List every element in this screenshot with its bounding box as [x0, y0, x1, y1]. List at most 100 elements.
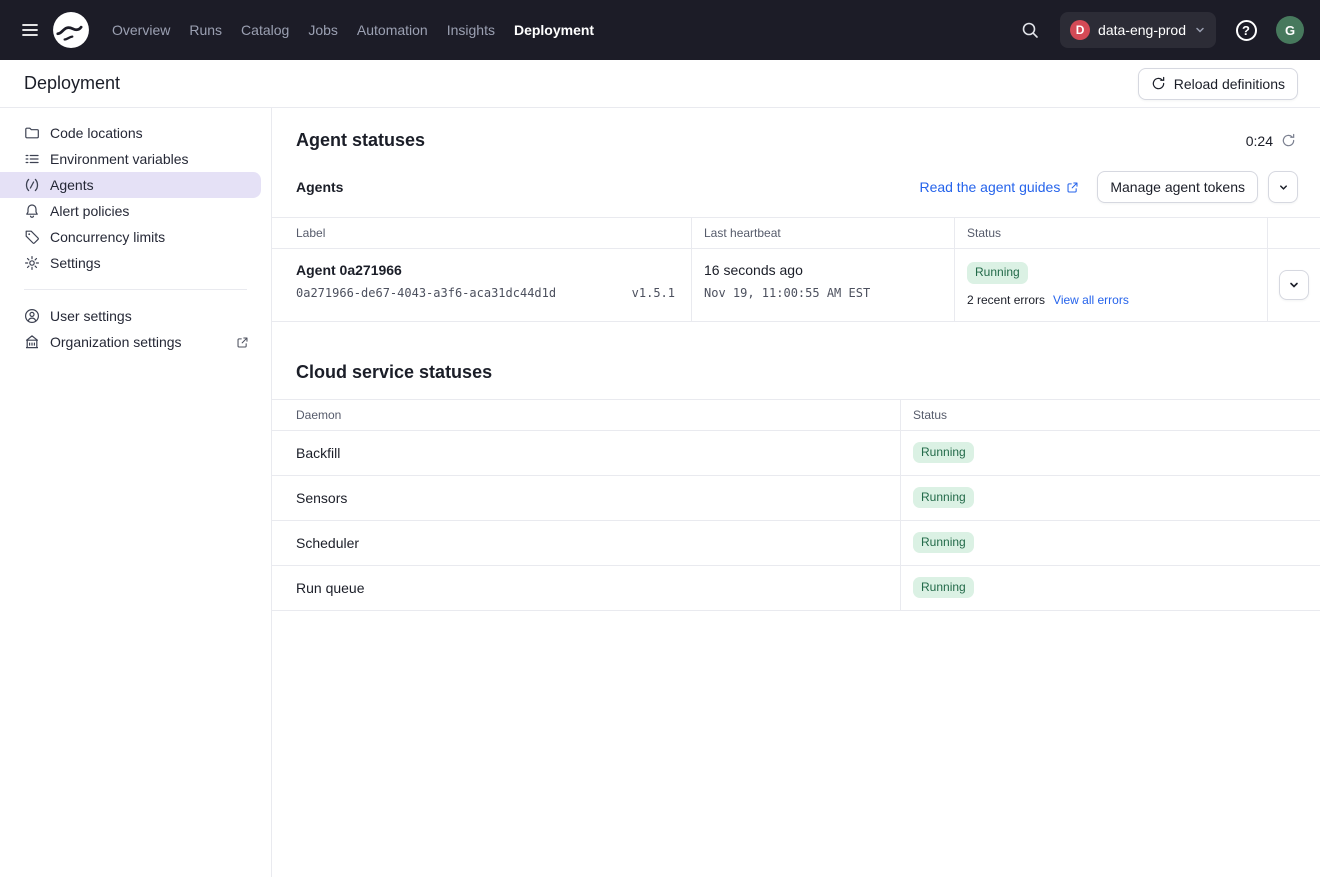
chevron-down-icon — [1278, 182, 1289, 193]
deployment-sidebar: Code locations Environment variables Age… — [0, 108, 272, 877]
sidebar-item-organization-settings[interactable]: Organization settings — [0, 329, 261, 355]
agent-heartbeat-cell: 16 seconds ago Nov 19, 11:00:55 AM EST — [692, 249, 955, 322]
agent-actions-dropdown-button[interactable] — [1268, 171, 1298, 203]
sidebar-item-alert-policies[interactable]: Alert policies — [0, 198, 261, 224]
sidebar-item-code-locations[interactable]: Code locations — [0, 120, 261, 146]
page-title: Deployment — [24, 73, 120, 94]
primary-nav: Overview Runs Catalog Jobs Automation In… — [112, 0, 594, 60]
search-button[interactable] — [1010, 10, 1050, 50]
user-icon — [24, 308, 40, 324]
recent-errors-text: 2 recent errors — [967, 293, 1045, 307]
status-badge: Running — [913, 442, 974, 464]
agents-table: Label Last heartbeat Status Agent 0a2719… — [272, 217, 1320, 322]
top-nav: Overview Runs Catalog Jobs Automation In… — [0, 0, 1320, 60]
sidebar-item-label: Organization settings — [50, 334, 182, 350]
daemon-row-backfill: Backfill Running — [272, 431, 1320, 476]
sidebar-item-label: Alert policies — [50, 203, 129, 219]
agents-subtitle: Agents — [296, 179, 343, 195]
agent-icon — [24, 177, 40, 193]
agent-version: v1.5.1 — [632, 286, 675, 300]
heartbeat-timestamp: Nov 19, 11:00:55 AM EST — [704, 286, 938, 300]
status-badge: Running — [913, 532, 974, 554]
agent-row: Agent 0a271966 0a271966-de67-4043-a3f6-a… — [272, 249, 1320, 322]
agent-id: 0a271966-de67-4043-a3f6-aca31dc44d1d — [296, 286, 556, 300]
app-root: Overview Runs Catalog Jobs Automation In… — [0, 0, 1320, 877]
manage-agent-tokens-label: Manage agent tokens — [1110, 179, 1245, 195]
external-link-icon — [1066, 181, 1079, 194]
hamburger-icon — [20, 20, 40, 40]
deployment-selector[interactable]: D data-eng-prod — [1060, 12, 1216, 48]
page-header: Deployment Reload definitions — [0, 60, 1320, 108]
status-badge: Running — [913, 577, 974, 599]
nav-catalog[interactable]: Catalog — [241, 0, 289, 60]
nav-deployment[interactable]: Deployment — [514, 0, 594, 60]
agent-guides-link[interactable]: Read the agent guides — [919, 179, 1079, 195]
countdown-value: 0:24 — [1246, 133, 1273, 149]
reload-definitions-label: Reload definitions — [1174, 76, 1285, 92]
refresh-icon[interactable] — [1281, 133, 1296, 148]
chevron-down-icon — [1194, 24, 1206, 36]
nav-insights[interactable]: Insights — [447, 0, 495, 60]
nav-automation[interactable]: Automation — [357, 0, 428, 60]
agent-expand-button[interactable] — [1279, 270, 1309, 300]
agent-statuses-title: Agent statuses — [296, 130, 425, 151]
agent-label-cell: Agent 0a271966 0a271966-de67-4043-a3f6-a… — [272, 249, 692, 322]
cloud-table-header: Daemon Status — [272, 400, 1320, 431]
daemon-row-run-queue: Run queue Running — [272, 566, 1320, 611]
agents-table-header: Label Last heartbeat Status — [272, 218, 1320, 249]
daemon-name: Backfill — [272, 431, 901, 476]
sidebar-item-label: Code locations — [50, 125, 143, 141]
sidebar-item-label: Concurrency limits — [50, 229, 165, 245]
column-header-status: Status — [901, 400, 1320, 431]
manage-agent-tokens-button[interactable]: Manage agent tokens — [1097, 171, 1258, 203]
gear-icon — [24, 255, 40, 271]
status-badge: Running — [967, 262, 1028, 284]
daemon-name: Scheduler — [272, 521, 901, 566]
deployment-badge: D — [1070, 20, 1090, 40]
status-badge: Running — [913, 487, 974, 509]
cloud-services-table: Daemon Status Backfill Running Sensors R… — [272, 399, 1320, 611]
sidebar-item-label: Settings — [50, 255, 101, 271]
user-avatar[interactable]: G — [1276, 16, 1304, 44]
tag-icon — [24, 229, 40, 245]
agent-guides-label: Read the agent guides — [919, 179, 1060, 195]
sidebar-item-agents[interactable]: Agents — [0, 172, 261, 198]
column-header-status: Status — [955, 218, 1268, 249]
view-all-errors-link[interactable]: View all errors — [1053, 293, 1129, 307]
help-icon: ? — [1236, 20, 1257, 41]
variables-icon — [24, 151, 40, 167]
agent-name: Agent 0a271966 — [296, 262, 675, 278]
sidebar-item-settings[interactable]: Settings — [0, 250, 261, 276]
daemon-row-sensors: Sensors Running — [272, 476, 1320, 521]
deployment-name: data-eng-prod — [1098, 22, 1186, 38]
dagster-logo-icon[interactable] — [52, 11, 90, 49]
sidebar-divider — [24, 289, 247, 290]
bell-icon — [24, 203, 40, 219]
cloud-service-statuses-title: Cloud service statuses — [296, 362, 1296, 383]
sidebar-item-environment-variables[interactable]: Environment variables — [0, 146, 261, 172]
column-header-heartbeat: Last heartbeat — [692, 218, 955, 249]
nav-jobs[interactable]: Jobs — [308, 0, 338, 60]
reload-definitions-button[interactable]: Reload definitions — [1138, 68, 1298, 100]
refresh-countdown: 0:24 — [1246, 133, 1296, 149]
daemon-name: Sensors — [272, 476, 901, 521]
sidebar-item-label: Agents — [50, 177, 94, 193]
column-header-label: Label — [272, 218, 692, 249]
sidebar-item-user-settings[interactable]: User settings — [0, 303, 261, 329]
folder-icon — [24, 125, 40, 141]
nav-overview[interactable]: Overview — [112, 0, 170, 60]
organization-icon — [24, 334, 40, 350]
help-button[interactable]: ? — [1226, 10, 1266, 50]
column-header-daemon: Daemon — [272, 400, 901, 431]
external-link-icon — [236, 336, 249, 349]
heartbeat-relative: 16 seconds ago — [704, 262, 938, 278]
sidebar-item-concurrency-limits[interactable]: Concurrency limits — [0, 224, 261, 250]
main-content: Agent statuses 0:24 Agents Read the agen… — [272, 108, 1320, 877]
daemon-name: Run queue — [272, 566, 901, 611]
nav-runs[interactable]: Runs — [189, 0, 222, 60]
chevron-down-icon — [1288, 279, 1300, 291]
agent-actions-cell — [1268, 249, 1320, 322]
hamburger-menu-button[interactable] — [10, 10, 50, 50]
column-header-actions — [1268, 218, 1320, 249]
daemon-row-scheduler: Scheduler Running — [272, 521, 1320, 566]
